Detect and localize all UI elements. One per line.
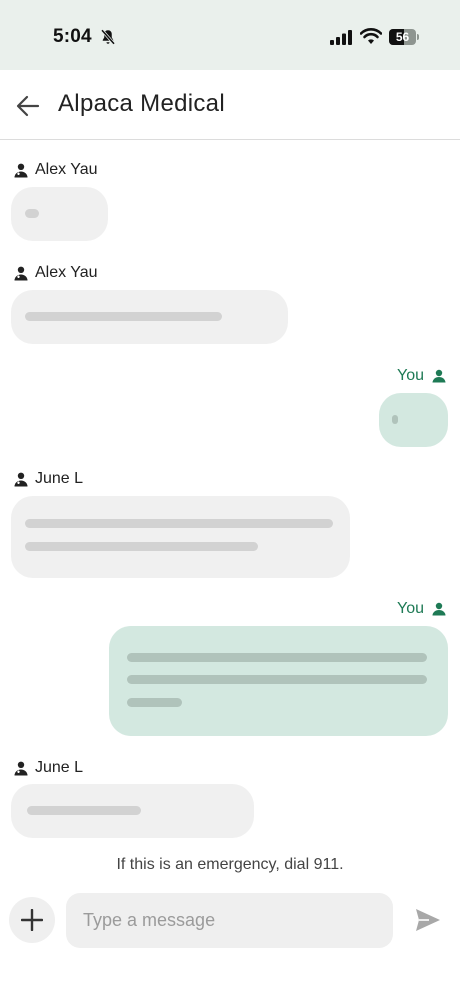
message-input[interactable] (66, 893, 393, 948)
user-icon (432, 369, 446, 383)
text-placeholder-line (392, 415, 398, 424)
status-time: 5:04 (53, 26, 92, 47)
text-placeholder-line (25, 209, 39, 218)
text-placeholder-line (25, 312, 222, 321)
doctor-icon (14, 266, 28, 281)
doctor-icon (14, 761, 28, 776)
sender-name: You (397, 600, 424, 617)
back-arrow-icon[interactable] (14, 92, 42, 120)
message-bubble[interactable] (11, 496, 350, 578)
sender-name: Alex Yau (35, 264, 98, 281)
message-bubble[interactable] (11, 290, 288, 344)
sender-name: June L (35, 470, 84, 487)
message-bubble[interactable] (11, 784, 254, 838)
chat-header: Alpaca Medical (0, 70, 460, 140)
message-sender-self: You (397, 600, 446, 618)
message-sender: Alex Yau (13, 264, 98, 282)
message-bubble[interactable] (109, 626, 448, 736)
sender-name: Alex Yau (35, 161, 98, 178)
cellular-signal-icon (330, 30, 352, 45)
message-sender: June L (13, 759, 83, 777)
status-bar: 5:04 56 (0, 0, 460, 70)
wifi-icon (360, 28, 382, 44)
battery-level: 56 (395, 30, 410, 44)
message-sender: June L (13, 470, 83, 488)
text-placeholder-line (127, 675, 427, 684)
user-icon (432, 602, 446, 616)
page-title: Alpaca Medical (58, 90, 225, 117)
add-attachment-button[interactable] (9, 897, 55, 943)
text-placeholder-line (127, 653, 427, 662)
battery-icon: 56 (389, 29, 419, 45)
send-icon[interactable] (414, 906, 442, 934)
message-sender: Alex Yau (13, 161, 98, 179)
bell-off-icon (100, 29, 116, 45)
plus-icon (21, 909, 43, 931)
text-placeholder-line (127, 698, 182, 707)
message-sender-self: You (397, 367, 446, 385)
doctor-icon (14, 163, 28, 178)
text-placeholder-line (27, 806, 141, 815)
message-bubble[interactable] (379, 393, 448, 447)
text-placeholder-line (25, 542, 258, 551)
text-placeholder-line (25, 519, 333, 528)
emergency-notice: If this is an emergency, dial 911. (116, 856, 344, 873)
sender-name: June L (35, 759, 84, 776)
doctor-icon (14, 472, 28, 487)
message-bubble[interactable] (11, 187, 108, 241)
sender-name: You (397, 367, 424, 384)
